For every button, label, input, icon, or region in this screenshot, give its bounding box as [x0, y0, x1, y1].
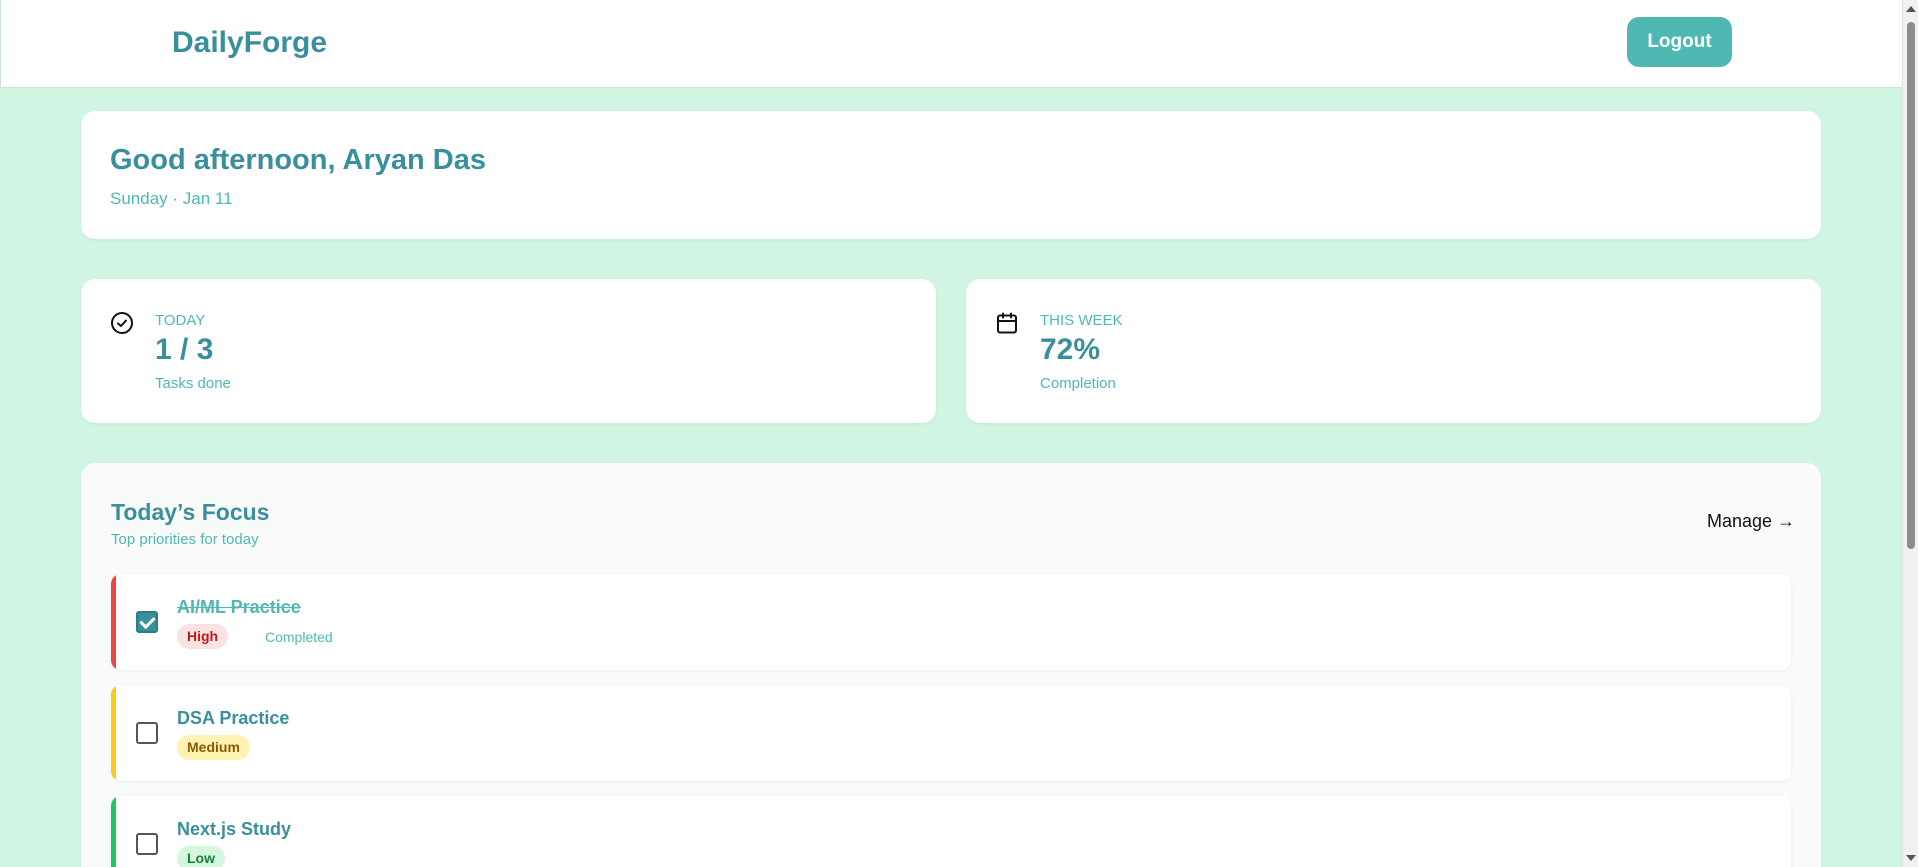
task-name: AI/ML Practice	[177, 597, 301, 617]
priority-badge: High	[177, 624, 229, 649]
scrollbar-thumb[interactable]	[1907, 22, 1915, 549]
calendar-icon	[997, 312, 1017, 334]
task-checkbox[interactable]	[136, 611, 158, 633]
task-item[interactable]: Next.js Study Low	[111, 796, 1791, 867]
priority-indicator-bar	[111, 796, 116, 867]
stat-value: 1 / 3	[155, 333, 214, 366]
focus-subtitle: Top priorities for today	[111, 531, 259, 548]
task-item[interactable]: AI/ML Practice High Completed	[111, 574, 1791, 670]
task-name: Next.js Study	[177, 819, 292, 839]
greeting-card: Good afternoon, Aryan Das Sunday · Jan 1…	[81, 111, 1821, 239]
stat-caption: Tasks done	[155, 375, 231, 392]
greeting-date: Sunday · Jan 11	[110, 189, 233, 208]
check-circle-icon	[111, 312, 133, 334]
task-name: DSA Practice	[177, 708, 290, 728]
priority-indicator-bar	[111, 685, 116, 781]
stat-card-today: TODAY 1 / 3 Tasks done	[81, 279, 936, 423]
priority-badge: Medium	[177, 735, 250, 760]
stat-caption: Completion	[1040, 375, 1116, 392]
scroll-down-arrow-icon[interactable]	[1906, 855, 1916, 861]
task-item[interactable]: DSA Practice Medium	[111, 685, 1791, 781]
page-scrollbar[interactable]	[1902, 0, 1918, 867]
brand-logo[interactable]: DailyForge	[172, 26, 327, 60]
task-checkbox[interactable]	[136, 833, 158, 855]
priority-indicator-bar	[111, 574, 116, 670]
task-checkbox[interactable]	[136, 722, 158, 744]
manage-link[interactable]: Manage →	[1707, 511, 1795, 532]
greeting-title: Good afternoon, Aryan Das	[110, 144, 486, 176]
scroll-up-arrow-icon[interactable]	[1906, 6, 1916, 12]
stat-label: TODAY	[155, 312, 206, 329]
todays-focus-card: Today’s Focus Top priorities for today M…	[81, 463, 1821, 867]
focus-title: Today’s Focus	[111, 499, 270, 525]
stat-label: THIS WEEK	[1040, 312, 1123, 329]
top-navbar: DailyForge Logout	[0, 0, 1902, 88]
logout-button[interactable]: Logout	[1627, 17, 1732, 67]
stat-card-week: THIS WEEK 72% Completion	[966, 279, 1821, 423]
task-status: Completed	[265, 629, 333, 645]
stat-value: 72%	[1040, 333, 1101, 366]
priority-badge: Low	[177, 846, 225, 867]
